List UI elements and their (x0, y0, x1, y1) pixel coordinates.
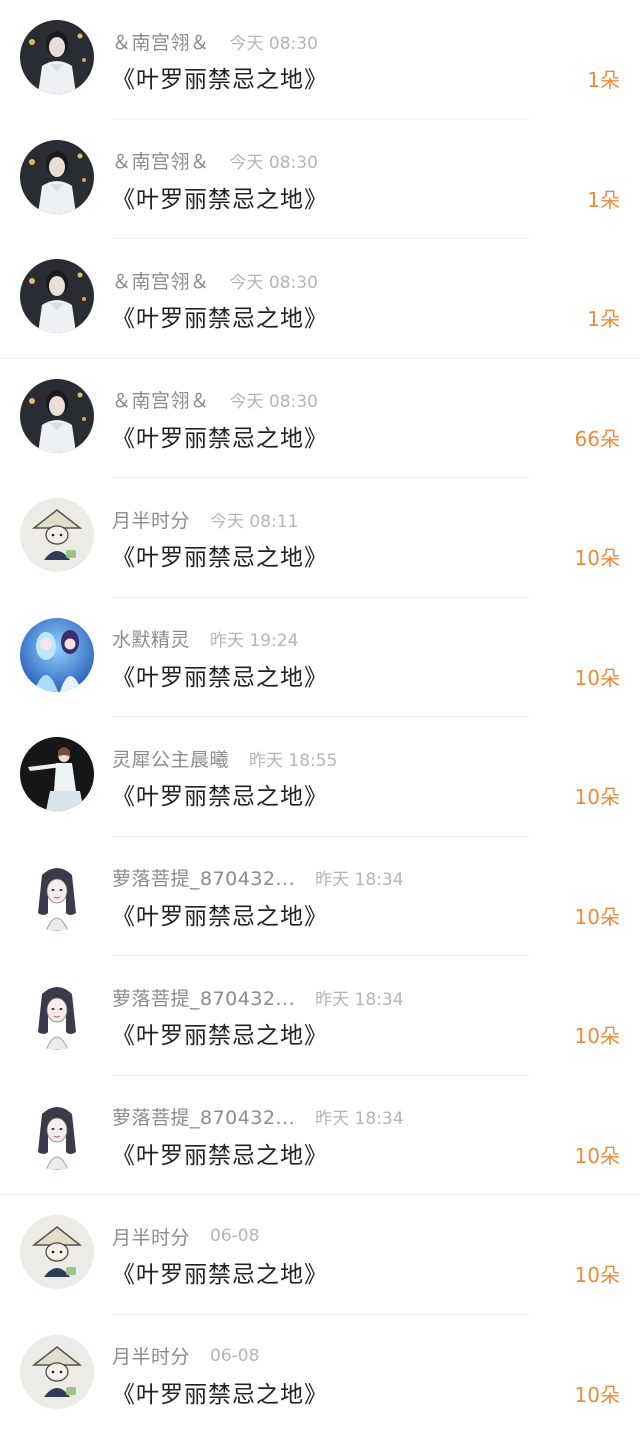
dancer-avatar-icon (20, 737, 94, 811)
dark-portrait-avatar-icon (20, 259, 94, 333)
list-item[interactable]: ＆南宫翎＆ 今天 08:30 《叶罗丽禁忌之地》 1朵 (0, 120, 640, 240)
dark-portrait-avatar-icon (20, 20, 94, 94)
straw-hat-cartoon-avatar-icon (20, 1215, 94, 1289)
avatar[interactable] (20, 857, 94, 931)
username[interactable]: 月半时分 (112, 1342, 190, 1369)
dark-portrait-avatar-icon (20, 379, 94, 453)
list-item[interactable]: ＆南宫翎＆ 今天 08:30 《叶罗丽禁忌之地》 1朵 (0, 0, 640, 120)
book-title[interactable]: 《叶罗丽禁忌之地》 (112, 777, 328, 811)
avatar[interactable] (20, 140, 94, 214)
list-item[interactable]: 月半时分 06-08 《叶罗丽禁忌之地》 10朵 (0, 1195, 640, 1315)
flower-count: 1朵 (587, 303, 620, 332)
book-title[interactable]: 《叶罗丽禁忌之地》 (112, 897, 328, 931)
avatar[interactable] (20, 1335, 94, 1409)
username[interactable]: 水默精灵 (112, 625, 190, 652)
list-item[interactable]: 萝落菩提_870432... 昨天 18:34 《叶罗丽禁忌之地》 10朵 (0, 1076, 640, 1196)
item-meta: 灵犀公主晨曦 昨天 18:55 (112, 745, 337, 771)
timestamp: 今天 08:30 (230, 148, 318, 173)
book-title[interactable]: 《叶罗丽禁忌之地》 (112, 1016, 328, 1050)
item-meta: 月半时分 06-08 (112, 1223, 259, 1249)
flower-count: 10朵 (575, 1259, 620, 1288)
flower-count: 1朵 (587, 184, 620, 213)
timestamp: 昨天 18:34 (315, 1104, 403, 1129)
list-item[interactable]: 萝落菩提_870432... 昨天 18:34 《叶罗丽禁忌之地》 10朵 (0, 837, 640, 957)
item-meta: ＆南宫翎＆ 今天 08:30 (112, 148, 318, 174)
timestamp: 06-08 (210, 1346, 259, 1366)
timestamp: 06-08 (210, 1226, 259, 1246)
flower-count: 10朵 (575, 1140, 620, 1169)
item-meta: ＆南宫翎＆ 今天 08:30 (112, 28, 318, 54)
list-item[interactable]: 灵犀公主晨曦 昨天 18:55 《叶罗丽禁忌之地》 10朵 (0, 717, 640, 837)
timestamp: 今天 08:30 (230, 387, 318, 412)
username[interactable]: 萝落菩提_870432... (112, 984, 295, 1011)
avatar[interactable] (20, 20, 94, 94)
dark-portrait-avatar-icon (20, 140, 94, 214)
book-title[interactable]: 《叶罗丽禁忌之地》 (112, 299, 328, 333)
sketch-girl-avatar-icon (20, 976, 94, 1050)
item-meta: 月半时分 06-08 (112, 1343, 259, 1369)
avatar[interactable] (20, 737, 94, 811)
timestamp: 昨天 18:55 (249, 746, 337, 771)
flower-count: 10朵 (575, 1020, 620, 1049)
item-meta: 萝落菩提_870432... 昨天 18:34 (112, 1104, 404, 1130)
book-title[interactable]: 《叶罗丽禁忌之地》 (112, 419, 328, 453)
sketch-girl-avatar-icon (20, 1096, 94, 1170)
username[interactable]: 灵犀公主晨曦 (112, 745, 229, 772)
book-title[interactable]: 《叶罗丽禁忌之地》 (112, 60, 328, 94)
book-title[interactable]: 《叶罗丽禁忌之地》 (112, 538, 328, 572)
avatar[interactable] (20, 1215, 94, 1289)
username[interactable]: 萝落菩提_870432... (112, 1103, 295, 1130)
item-meta: 月半时分 今天 08:11 (112, 506, 298, 532)
list-item[interactable]: 萝落菩提_870432... 昨天 18:34 《叶罗丽禁忌之地》 10朵 (0, 956, 640, 1076)
book-title[interactable]: 《叶罗丽禁忌之地》 (112, 1375, 328, 1409)
timestamp: 今天 08:30 (230, 268, 318, 293)
flower-count: 10朵 (575, 542, 620, 571)
username[interactable]: 月半时分 (112, 506, 190, 533)
username[interactable]: 月半时分 (112, 1223, 190, 1250)
username[interactable]: ＆南宫翎＆ (112, 267, 210, 294)
avatar[interactable] (20, 976, 94, 1050)
timestamp: 今天 08:30 (230, 29, 318, 54)
timestamp: 今天 08:11 (210, 507, 298, 532)
timestamp: 昨天 18:34 (315, 985, 403, 1010)
flower-count: 10朵 (575, 1379, 620, 1408)
book-title[interactable]: 《叶罗丽禁忌之地》 (112, 1255, 328, 1289)
username[interactable]: ＆南宫翎＆ (112, 147, 210, 174)
list-item[interactable]: ＆南宫翎＆ 今天 08:30 《叶罗丽禁忌之地》 66朵 (0, 359, 640, 479)
straw-hat-cartoon-avatar-icon (20, 498, 94, 572)
username[interactable]: 萝落菩提_870432... (112, 864, 295, 891)
list-item[interactable]: 水默精灵 昨天 19:24 《叶罗丽禁忌之地》 10朵 (0, 598, 640, 718)
straw-hat-cartoon-avatar-icon (20, 1335, 94, 1409)
book-title[interactable]: 《叶罗丽禁忌之地》 (112, 1136, 328, 1170)
item-meta: ＆南宫翎＆ 今天 08:30 (112, 387, 318, 413)
item-meta: 萝落菩提_870432... 昨天 18:34 (112, 984, 404, 1010)
item-meta: 萝落菩提_870432... 昨天 18:34 (112, 865, 404, 891)
avatar[interactable] (20, 498, 94, 572)
username[interactable]: ＆南宫翎＆ (112, 386, 210, 413)
avatar[interactable] (20, 1096, 94, 1170)
list-item[interactable]: 月半时分 今天 08:11 《叶罗丽禁忌之地》 10朵 (0, 478, 640, 598)
blue-fairy-avatar-icon (20, 618, 94, 692)
username[interactable]: ＆南宫翎＆ (112, 28, 210, 55)
item-meta: 水默精灵 昨天 19:24 (112, 626, 298, 652)
book-title[interactable]: 《叶罗丽禁忌之地》 (112, 180, 328, 214)
flower-count: 10朵 (575, 901, 620, 930)
flower-count: 10朵 (575, 662, 620, 691)
avatar[interactable] (20, 379, 94, 453)
avatar[interactable] (20, 259, 94, 333)
flower-count: 10朵 (575, 781, 620, 810)
list-item[interactable]: ＆南宫翎＆ 今天 08:30 《叶罗丽禁忌之地》 1朵 (0, 239, 640, 359)
book-title[interactable]: 《叶罗丽禁忌之地》 (112, 658, 328, 692)
timestamp: 昨天 19:24 (210, 626, 298, 651)
avatar[interactable] (20, 618, 94, 692)
item-meta: ＆南宫翎＆ 今天 08:30 (112, 267, 318, 293)
flower-count: 66朵 (575, 423, 620, 452)
flower-count: 1朵 (587, 64, 620, 93)
timestamp: 昨天 18:34 (315, 865, 403, 890)
sketch-girl-avatar-icon (20, 857, 94, 931)
gift-list: ＆南宫翎＆ 今天 08:30 《叶罗丽禁忌之地》 1朵 ＆南宫翎＆ 今天 08:… (0, 0, 640, 1434)
list-item[interactable]: 月半时分 06-08 《叶罗丽禁忌之地》 10朵 (0, 1315, 640, 1434)
